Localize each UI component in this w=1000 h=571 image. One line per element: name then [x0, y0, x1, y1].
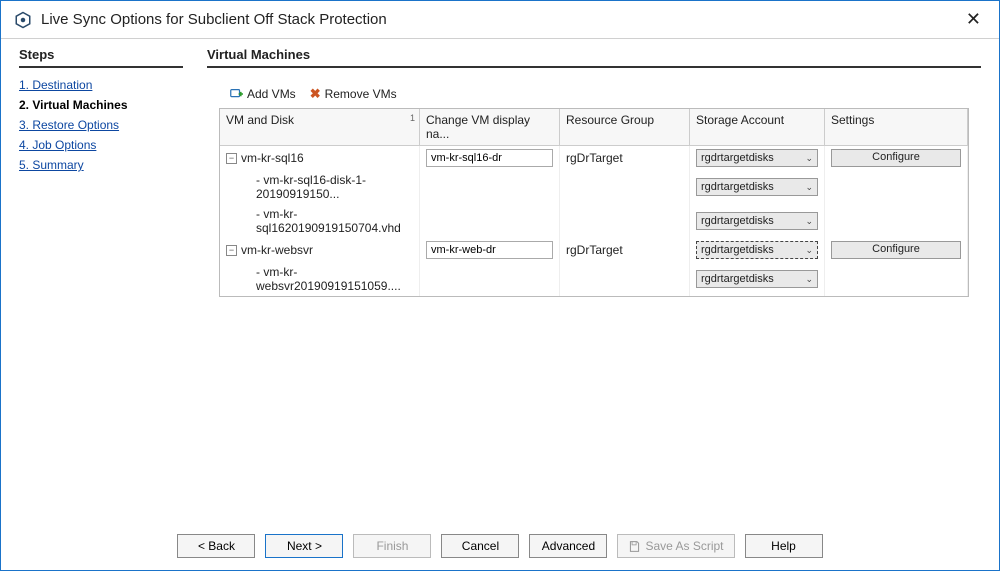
- table-row: −vm-kr-websvr rgDrTarget rgdrtargetdisks⌄ C…: [220, 238, 968, 262]
- vm-grid: VM and Disk1 Change VM display na... Res…: [219, 108, 969, 297]
- finish-button: Finish: [353, 534, 431, 558]
- disk-name-cell[interactable]: - vm-kr-sql1620190919150704.vhd: [220, 204, 420, 238]
- remove-vms-button[interactable]: ✖ Remove VMs: [310, 86, 397, 102]
- settings-cell: [825, 170, 968, 204]
- storage-account-cell: rgdrtargetdisks⌄: [690, 238, 825, 262]
- vm-name-cell[interactable]: −vm-kr-websvr: [220, 238, 420, 262]
- resource-group-cell: [560, 262, 690, 296]
- table-row: - vm-kr-sql1620190919150704.vhd rgdrtarge…: [220, 204, 968, 238]
- settings-cell: [825, 262, 968, 296]
- configure-button[interactable]: Configure: [831, 149, 961, 167]
- chevron-down-icon: ⌄: [805, 274, 813, 285]
- main-heading: Virtual Machines: [207, 47, 981, 68]
- window-title: Live Sync Options for Subclient Off Stac…: [41, 11, 960, 28]
- display-name-cell: [420, 146, 560, 170]
- storage-account-cell: rgdrtargetdisks⌄: [690, 262, 825, 296]
- help-button[interactable]: Help: [745, 534, 823, 558]
- storage-account-cell: rgdrtargetdisks⌄: [690, 170, 825, 204]
- close-icon[interactable]: ✕: [960, 7, 987, 32]
- step-restore-options[interactable]: 3. Restore Options: [19, 118, 183, 132]
- chevron-down-icon: ⌄: [805, 245, 813, 256]
- grid-header: VM and Disk1 Change VM display na... Res…: [220, 109, 968, 146]
- chevron-down-icon: ⌄: [805, 216, 813, 227]
- row-name: - vm-kr-sql16-disk-1-20190919150...: [256, 173, 413, 201]
- resource-group-cell: [560, 204, 690, 238]
- dialog-body: Steps 1. Destination 2. Virtual Machines…: [1, 39, 999, 524]
- row-name: - vm-kr-sql1620190919150704.vhd: [256, 207, 413, 235]
- row-name: vm-kr-sql16: [241, 151, 304, 165]
- step-virtual-machines: 2. Virtual Machines: [19, 98, 183, 112]
- col-display-name[interactable]: Change VM display na...: [420, 109, 560, 146]
- storage-account-select[interactable]: rgdrtargetdisks⌄: [696, 212, 818, 230]
- add-vms-button[interactable]: Add VMs: [229, 86, 296, 102]
- display-name-cell: [420, 204, 560, 238]
- display-name-input[interactable]: [426, 149, 553, 167]
- collapse-icon[interactable]: −: [226, 245, 237, 256]
- sort-indicator: 1: [410, 113, 415, 123]
- step-destination[interactable]: 1. Destination: [19, 78, 183, 92]
- resource-group-cell: rgDrTarget: [560, 146, 690, 170]
- storage-account-select[interactable]: rgdrtargetdisks⌄: [696, 178, 818, 196]
- step-summary[interactable]: 5. Summary: [19, 158, 183, 172]
- add-icon: [229, 87, 243, 101]
- col-settings[interactable]: Settings: [825, 109, 968, 146]
- settings-cell: Configure: [825, 146, 968, 170]
- storage-account-cell: rgdrtargetdisks⌄: [690, 204, 825, 238]
- vm-toolbar: Add VMs ✖ Remove VMs: [229, 86, 969, 102]
- step-job-options[interactable]: 4. Job Options: [19, 138, 183, 152]
- footer-buttons: < Back Next > Finish Cancel Advanced Sav…: [1, 524, 999, 570]
- storage-account-select[interactable]: rgdrtargetdisks⌄: [696, 149, 818, 167]
- advanced-button[interactable]: Advanced: [529, 534, 607, 558]
- cancel-button[interactable]: Cancel: [441, 534, 519, 558]
- display-name-cell: [420, 262, 560, 296]
- col-vm-disk[interactable]: VM and Disk1: [220, 109, 420, 146]
- grid-body: −vm-kr-sql16rgDrTargetrgdrtargetdisks⌄Co…: [220, 146, 968, 296]
- steps-sidebar: Steps 1. Destination 2. Virtual Machines…: [1, 39, 201, 524]
- storage-account-select[interactable]: rgdrtargetdisks⌄: [696, 241, 818, 259]
- titlebar: Live Sync Options for Subclient Off Stac…: [1, 1, 999, 39]
- disk-name-cell[interactable]: - vm-kr-sql16-disk-1-20190919150...: [220, 170, 420, 204]
- table-row: - vm-kr-sql16-disk-1-20190919150... rgdrt…: [220, 170, 968, 204]
- display-name-input[interactable]: [426, 241, 553, 259]
- col-storage-account[interactable]: Storage Account: [690, 109, 825, 146]
- row-name: - vm-kr-websvr20190919151059....: [256, 265, 413, 293]
- settings-cell: [825, 204, 968, 238]
- chevron-down-icon: ⌄: [805, 153, 813, 164]
- app-icon: [13, 10, 33, 30]
- chevron-down-icon: ⌄: [805, 182, 813, 193]
- table-row: −vm-kr-sql16 rgDrTarget rgdrtargetdisks⌄ Co…: [220, 146, 968, 170]
- back-button[interactable]: < Back: [177, 534, 255, 558]
- storage-account-cell: rgdrtargetdisks⌄: [690, 146, 825, 170]
- row-name: vm-kr-websvr: [241, 243, 313, 257]
- settings-cell: Configure: [825, 238, 968, 262]
- save-icon: [628, 540, 641, 553]
- col-resource-group[interactable]: Resource Group: [560, 109, 690, 146]
- display-name-cell: [420, 238, 560, 262]
- steps-heading: Steps: [19, 47, 183, 68]
- display-name-cell: [420, 170, 560, 204]
- add-vms-label: Add VMs: [247, 87, 296, 101]
- main-panel: Virtual Machines Add VMs ✖ Remove VMs VM…: [201, 39, 999, 524]
- save-as-script-button: Save As Script: [617, 534, 734, 558]
- vm-name-cell[interactable]: −vm-kr-sql16: [220, 146, 420, 170]
- collapse-icon[interactable]: −: [226, 153, 237, 164]
- next-button[interactable]: Next >: [265, 534, 343, 558]
- save-as-script-label: Save As Script: [645, 539, 723, 553]
- configure-button[interactable]: Configure: [831, 241, 961, 259]
- storage-account-select[interactable]: rgdrtargetdisks⌄: [696, 270, 818, 288]
- table-row: - vm-kr-websvr20190919151059.... rgdrtarg…: [220, 262, 968, 296]
- resource-group-cell: [560, 170, 690, 204]
- remove-vms-label: Remove VMs: [325, 87, 397, 101]
- remove-icon: ✖: [310, 86, 321, 102]
- disk-name-cell[interactable]: - vm-kr-websvr20190919151059....: [220, 262, 420, 296]
- resource-group-cell: rgDrTarget: [560, 238, 690, 262]
